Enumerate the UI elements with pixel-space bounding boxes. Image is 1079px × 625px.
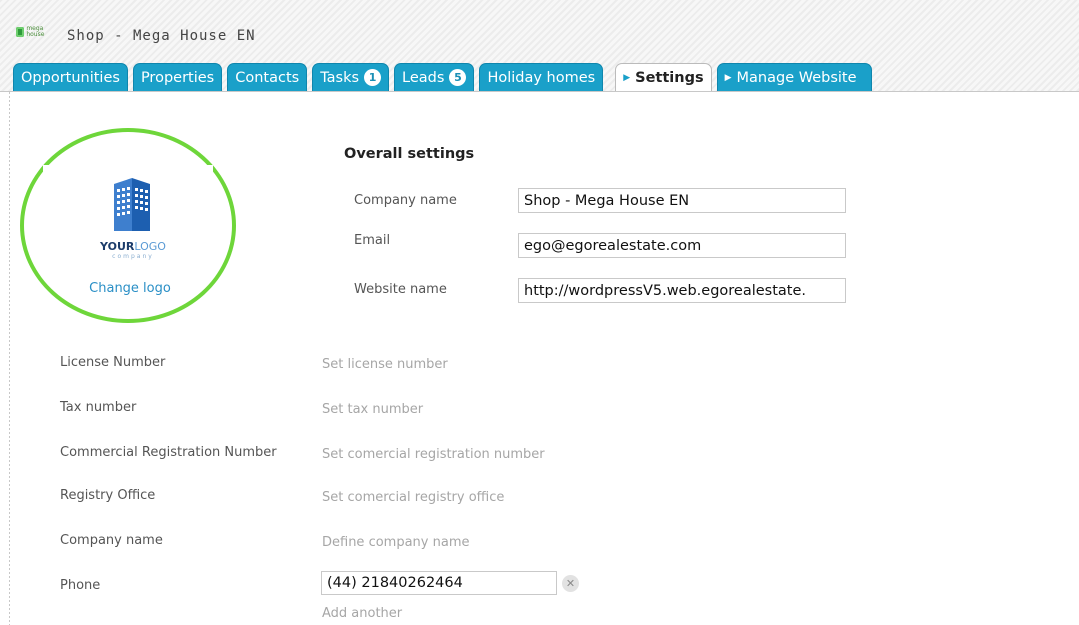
company-name-detail-label: Company name [60,533,163,548]
tab-label: Settings [635,70,704,86]
tab-label: Contacts [235,69,300,86]
license-number-label: License Number [60,355,166,370]
app-title: Shop - Mega House EN [67,28,256,44]
main-tabs: Opportunities Properties Contacts Tasks … [13,63,872,92]
tab-opportunities[interactable]: Opportunities [13,63,128,91]
caret-right-icon: ▶ [724,72,732,83]
clear-phone-icon[interactable]: ✕ [562,575,579,592]
building-icon [114,178,150,231]
tab-label: Properties [140,69,215,86]
brand-logo-text: mega house [26,25,45,38]
overall-settings-title: Overall settings [344,146,475,162]
tab-leads[interactable]: Leads 5 [394,63,475,91]
brand-logo: mega house [16,25,52,39]
tab-divider [0,91,1079,92]
phone-input[interactable] [321,571,557,595]
tax-number-label: Tax number [60,400,137,415]
company-name-detail-value[interactable]: Define company name [322,535,469,550]
logo-wordmark: YOURLOGO [88,240,178,253]
tab-label: Manage Website [736,69,857,86]
tab-holiday-homes[interactable]: Holiday homes [479,63,604,91]
commercial-registration-value[interactable]: Set comercial registration number [322,447,545,462]
tab-settings[interactable]: ▶ Settings [615,63,712,92]
registry-office-value[interactable]: Set comercial registry office [322,490,504,505]
change-logo-link[interactable]: Change logo [60,281,200,296]
registry-office-label: Registry Office [60,488,156,503]
license-number-value[interactable]: Set license number [322,357,448,372]
company-name-input[interactable] [518,188,846,213]
leads-count-badge: 5 [449,69,467,86]
tab-label: Holiday homes [487,69,596,86]
email-input[interactable] [518,233,846,258]
website-name-label: Website name [354,282,447,297]
brand-logo-mark [16,27,25,37]
tab-tasks[interactable]: Tasks 1 [312,63,390,91]
tab-contacts[interactable]: Contacts [227,63,308,91]
logo-wordmark-light: LOGO [134,240,166,253]
website-name-input[interactable] [518,278,846,303]
content-left-border [9,92,10,625]
tab-properties[interactable]: Properties [132,63,223,91]
tasks-count-badge: 1 [364,69,382,86]
phone-label: Phone [60,578,101,593]
tab-label: Opportunities [21,69,120,86]
tab-label: Tasks [320,69,360,86]
tax-number-value[interactable]: Set tax number [322,402,423,417]
caret-right-icon: ▶ [623,73,631,83]
logo-tagline: company [112,253,154,260]
add-another-phone-link[interactable]: Add another [322,606,402,621]
logo-wordmark-strong: YOUR [100,240,135,253]
email-label: Email [354,233,391,248]
commercial-registration-label: Commercial Registration Number [60,445,277,460]
tab-manage-website[interactable]: ▶ Manage Website [716,63,872,91]
tab-label: Leads [402,69,445,86]
company-name-label: Company name [354,193,457,208]
